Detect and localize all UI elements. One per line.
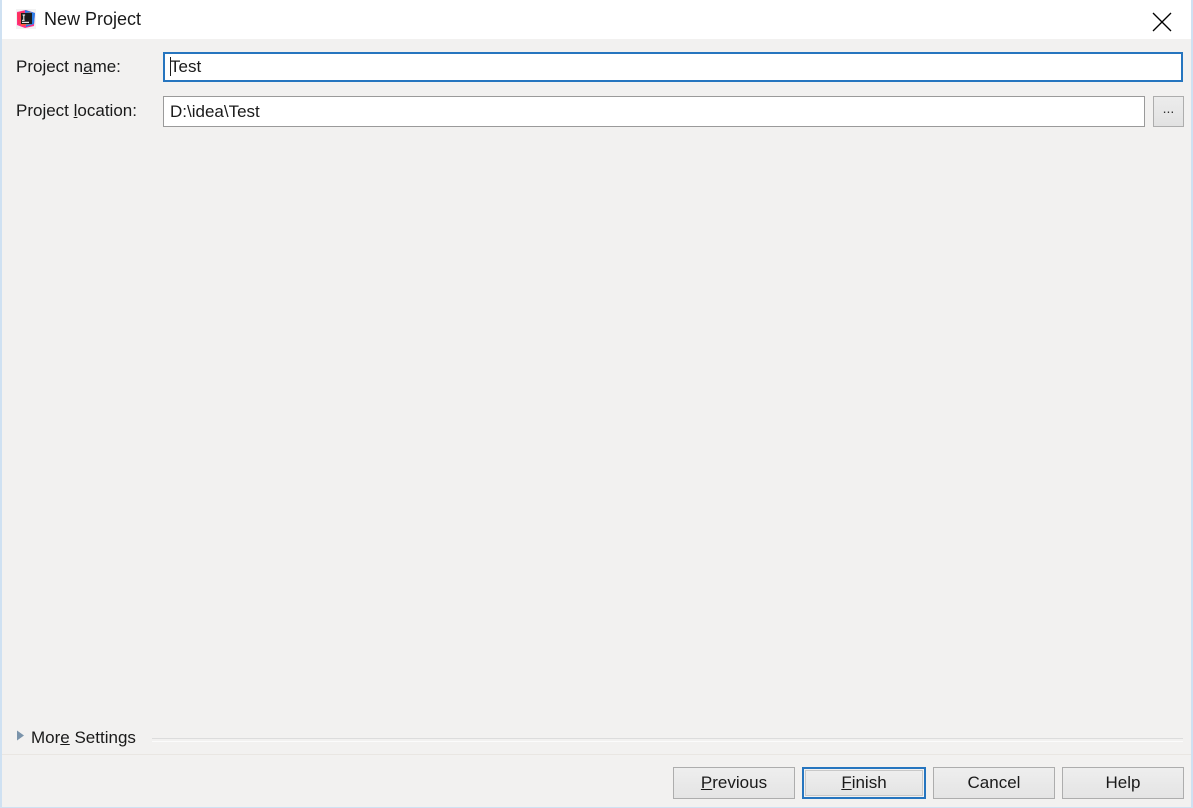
cancel-button[interactable]: Cancel [933, 767, 1055, 799]
project-name-label: Project name: [16, 57, 121, 76]
close-button[interactable] [1139, 2, 1185, 36]
finish-button[interactable]: Finish [802, 767, 926, 799]
dialog-body: Project name: Test Project location: D:\… [2, 39, 1191, 754]
project-location-value: D:\idea\Test [170, 102, 260, 121]
mnemonic-letter: F [841, 773, 852, 792]
title-bar: New Project [2, 0, 1191, 40]
disclosure-triangle-right-icon [16, 728, 25, 746]
previous-button[interactable]: Previous [673, 767, 795, 799]
project-location-label: Project location: [16, 101, 137, 120]
project-location-input[interactable]: D:\idea\Test [163, 96, 1145, 127]
close-icon [1152, 12, 1172, 32]
cancel-button-label: Cancel [967, 773, 1021, 792]
intellij-idea-icon [16, 9, 36, 29]
help-button-label: Help [1105, 773, 1141, 792]
window-title: New Project [44, 9, 142, 29]
dialog-footer: Previous Finish Cancel Help [2, 754, 1191, 807]
ellipsis-icon: ... [1162, 100, 1175, 116]
more-settings-toggle[interactable]: More Settings [16, 726, 136, 752]
more-settings-row: More Settings [2, 726, 1191, 756]
section-separator [152, 738, 1183, 742]
new-project-dialog: New Project Project name: Test Project l… [0, 0, 1193, 808]
project-name-input[interactable]: Test [163, 52, 1183, 82]
more-settings-label: More Settings [31, 728, 136, 747]
finish-button-inner: Finish [805, 770, 923, 796]
project-name-value: Test [170, 57, 202, 76]
mnemonic-letter: e [60, 728, 70, 747]
help-button[interactable]: Help [1062, 767, 1184, 799]
browse-folder-button[interactable]: ... [1153, 96, 1184, 127]
mnemonic-letter: a [83, 57, 93, 76]
mnemonic-letter: P [700, 773, 713, 792]
